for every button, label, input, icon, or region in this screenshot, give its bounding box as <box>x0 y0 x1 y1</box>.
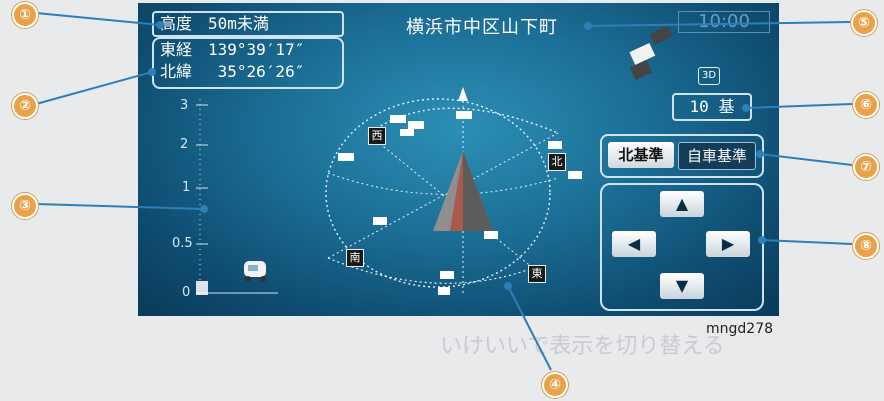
callout-2: ② <box>12 93 38 119</box>
callout-4: ④ <box>542 372 568 398</box>
figure-caption: mngd278 <box>706 321 774 337</box>
callout-leader-lines <box>35 12 853 371</box>
callout-6: ⑥ <box>853 92 879 118</box>
callout-8: ⑧ <box>853 233 879 259</box>
callout-7: ⑦ <box>853 154 879 180</box>
callout-5: ⑤ <box>851 10 877 36</box>
callout-3: ③ <box>12 193 38 219</box>
callout-1: ① <box>12 2 38 28</box>
